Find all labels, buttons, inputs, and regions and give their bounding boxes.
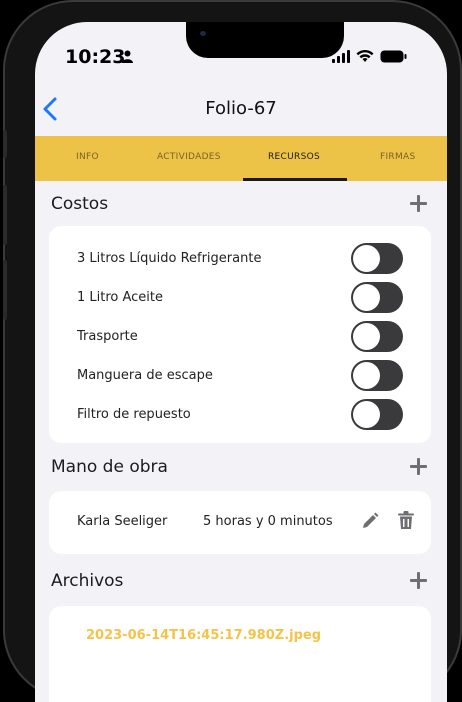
costo-item-label: Trasporte [77,329,138,344]
costo-item-label: Manguera de escape [77,368,213,383]
archivos-card: 2023-06-14T16:45:17.980Z.jpeg [49,606,431,702]
costo-item-label: 1 Litro Aceite [77,290,164,305]
side-button [3,260,7,320]
costos-section-title: Costos [51,194,109,214]
plus-icon[interactable] [410,195,427,212]
costos-card: 3 Litros Líquido Refrigerante 1 Litro Ac… [49,226,431,443]
plus-icon[interactable] [410,458,427,475]
labor-duration: 5 horas y 0 minutos [203,514,333,529]
tab-info[interactable]: INFO [76,152,99,162]
costo-toggle[interactable] [351,282,403,313]
tab-actividades[interactable]: ACTIVIDADES [157,152,221,162]
costo-toggle[interactable] [351,399,403,430]
tab-bar: INFO ACTIVIDADES RECURSOS FIRMAS [35,136,447,181]
pencil-icon[interactable] [361,512,379,530]
labor-worker-name: Karla Seeliger [77,514,168,529]
phone-frame: 10:23 Folio-67 INFO ACTIVIDADES RECURSOS… [3,0,462,702]
mano-de-obra-section-title: Mano de obra [51,457,168,477]
costo-toggle[interactable] [351,360,403,391]
file-link[interactable]: 2023-06-14T16:45:17.980Z.jpeg [86,628,321,643]
dynamic-island [186,22,344,58]
side-button [3,130,7,158]
page-title: Folio-67 [205,98,277,119]
battery-icon [380,50,407,62]
costo-toggle[interactable] [351,321,403,352]
wifi-icon [356,49,374,62]
tab-firmas[interactable]: FIRMAS [380,152,416,162]
tab-recursos[interactable]: RECURSOS [268,152,320,162]
signal-icon [332,49,350,63]
status-time: 10:23 [65,46,126,68]
trash-icon[interactable] [398,511,414,530]
status-icons [332,49,407,63]
app-screen: 10:23 Folio-67 INFO ACTIVIDADES RECURSOS… [35,22,447,702]
side-button [3,185,7,245]
person-icon [122,50,133,63]
active-tab-indicator [243,178,347,181]
archivos-section-title: Archivos [51,571,124,591]
navigation-bar: Folio-67 [35,92,447,140]
costo-item-label: 3 Litros Líquido Refrigerante [77,251,262,266]
mano-de-obra-card: Karla Seeliger 5 horas y 0 minutos [49,491,431,554]
costo-item-label: Filtro de repuesto [77,407,191,422]
costo-toggle[interactable] [351,243,403,274]
plus-icon[interactable] [410,572,427,589]
